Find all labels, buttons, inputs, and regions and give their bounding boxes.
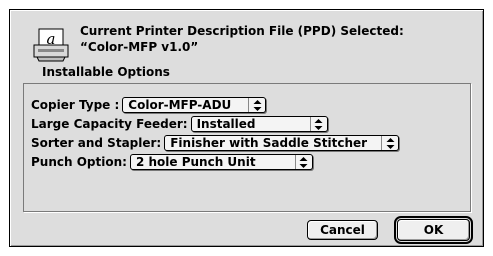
copier-type-value: Color-MFP-ADU bbox=[128, 98, 232, 112]
cancel-button[interactable]: Cancel bbox=[307, 220, 378, 240]
popup-arrows-icon bbox=[381, 136, 398, 150]
sorter-stapler-row: Sorter and Stapler: Finisher with Saddle… bbox=[31, 134, 400, 152]
large-capacity-feeder-popup[interactable]: Installed bbox=[190, 116, 328, 132]
ppd-options-dialog: a Current Printer Description File (PPD)… bbox=[9, 9, 484, 247]
popup-arrows-icon bbox=[309, 117, 327, 131]
sorter-stapler-label: Sorter and Stapler: bbox=[31, 136, 162, 150]
punch-option-label: Punch Option: bbox=[31, 155, 127, 169]
large-capacity-feeder-value: Installed bbox=[196, 117, 256, 131]
punch-option-row: Punch Option: 2 hole Punch Unit bbox=[31, 153, 313, 171]
popup-arrows-icon bbox=[294, 155, 312, 169]
large-capacity-feeder-row: Large Capacity Feeder: Installed bbox=[31, 115, 328, 133]
copier-type-row: Copier Type : Color-MFP-ADU bbox=[31, 96, 267, 114]
popup-arrows-icon bbox=[248, 98, 265, 112]
ppd-name: “Color-MFP v1.0” bbox=[80, 40, 199, 54]
copier-type-popup[interactable]: Color-MFP-ADU bbox=[122, 97, 267, 113]
sorter-stapler-value: Finisher with Saddle Stitcher bbox=[170, 136, 368, 150]
copier-type-label: Copier Type : bbox=[31, 98, 120, 112]
sorter-stapler-popup[interactable]: Finisher with Saddle Stitcher bbox=[164, 135, 400, 151]
installable-options-heading: Installable Options bbox=[42, 65, 170, 79]
punch-option-popup[interactable]: 2 hole Punch Unit bbox=[129, 154, 313, 170]
installable-options-group: Copier Type : Color-MFP-ADU Large Capaci… bbox=[23, 83, 471, 212]
large-capacity-feeder-label: Large Capacity Feeder: bbox=[31, 117, 188, 131]
punch-option-value: 2 hole Punch Unit bbox=[135, 155, 256, 169]
printer-description-icon: a bbox=[33, 28, 69, 62]
ok-button[interactable]: OK bbox=[397, 219, 470, 241]
ppd-selected-label: Current Printer Description File (PPD) S… bbox=[80, 24, 404, 38]
